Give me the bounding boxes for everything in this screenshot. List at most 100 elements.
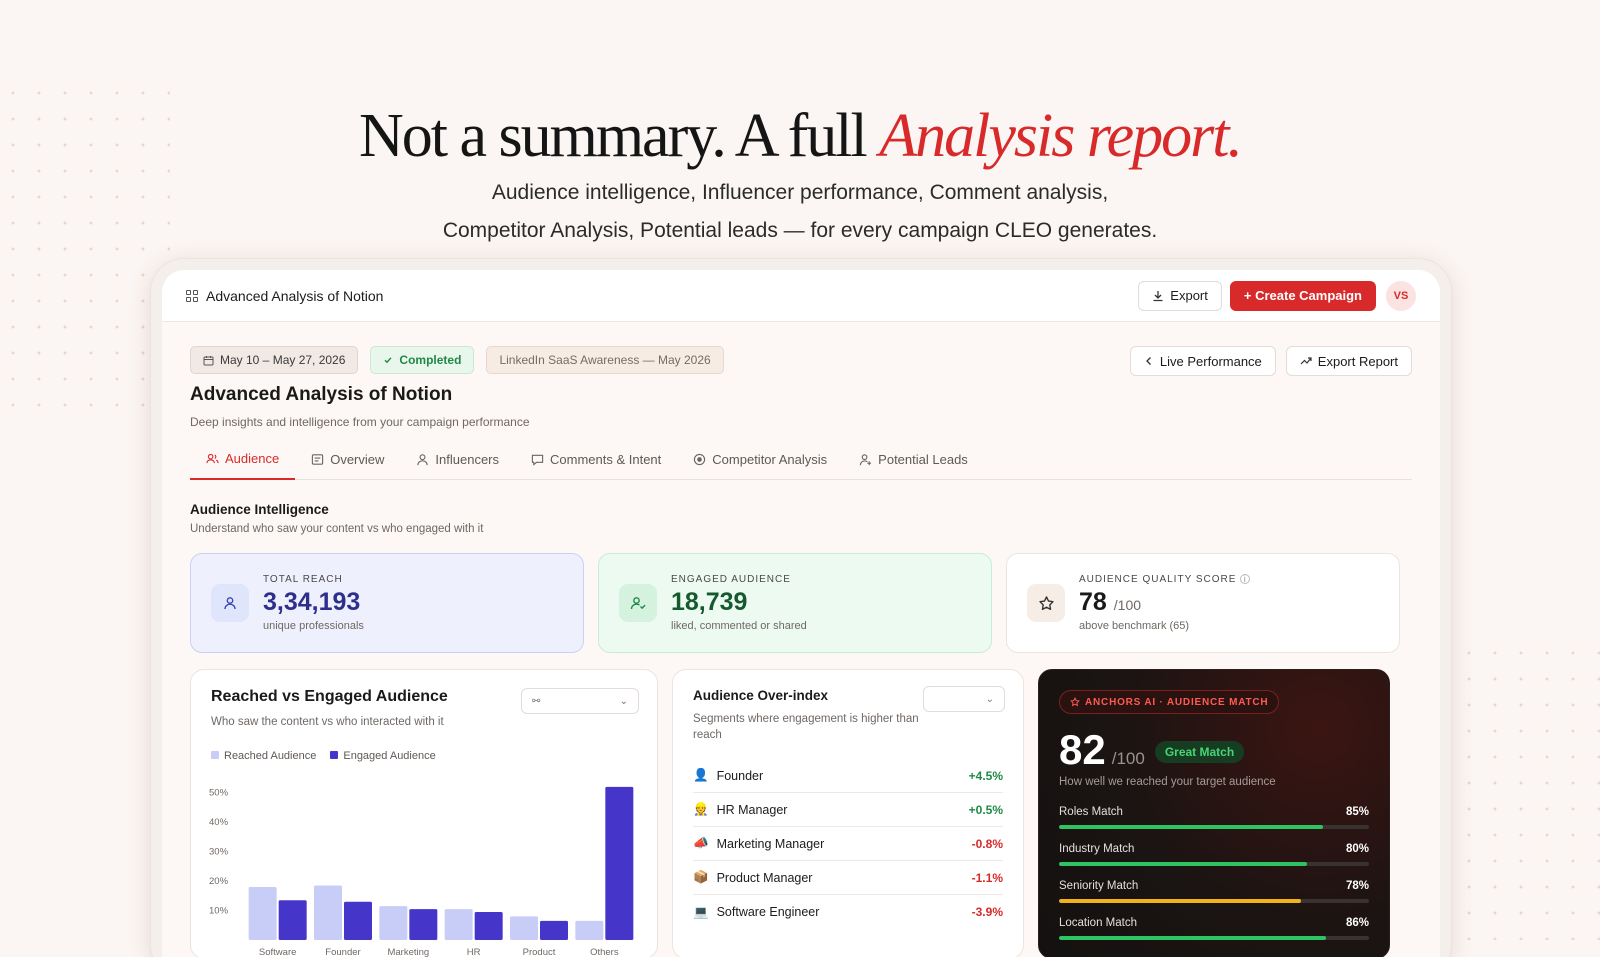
worker-icon: 👷: [693, 802, 709, 816]
kpi-engaged-audience-label: ENGAGED AUDIENCE: [671, 574, 791, 585]
x-tick-label: Product: [523, 947, 556, 957]
list-item[interactable]: 📦 Product Manager -1.1%: [693, 861, 1003, 895]
x-tick-label: Founder: [325, 947, 360, 957]
x-tick-label: Software: [259, 947, 297, 957]
ai-badge: ANCHORS AI · AUDIENCE MATCH: [1059, 690, 1280, 714]
bar-reached: [379, 906, 408, 940]
decorative-dots-right: [1430, 640, 1600, 940]
user-icon: [417, 453, 429, 465]
reach-chart-description: Who saw the content vs who interacted wi…: [211, 716, 444, 728]
chevron-down-icon: ⌄: [619, 695, 628, 707]
kpi-total-reach-sub: unique professionals: [263, 620, 364, 632]
ai-score-of: /100: [1111, 749, 1145, 768]
match-bar-seniority: Seniority Match 78%: [1059, 880, 1369, 903]
tab-potential-leads-label: Potential Leads: [878, 451, 968, 467]
over-index-description: Segments where engagement is higher than…: [693, 713, 919, 741]
date-range-chip[interactable]: May 10 – May 27, 2026: [190, 346, 359, 374]
tab-overview-label: Overview: [330, 451, 385, 467]
calendar-icon: [203, 355, 214, 365]
y-tick-label: 20%: [209, 876, 229, 887]
user-plus-icon: [860, 453, 872, 465]
live-performance-label: Live Performance: [1159, 353, 1262, 369]
kpi-audience-quality-label-text: AUDIENCE QUALITY SCORE: [1079, 574, 1237, 585]
y-tick-label: 10%: [209, 906, 229, 917]
bar-engaged: [605, 786, 634, 940]
match-bar-value: 80%: [1345, 843, 1369, 855]
over-index-dropdown[interactable]: ⌄: [923, 686, 1005, 712]
reach-vs-engaged-chart: 10% 20% 30% 40% 50% Software Founder Marketing H…: [209, 786, 634, 957]
over-index-card: Audience Over-index Segments where engag…: [672, 669, 1024, 957]
person-icon: 👤: [693, 768, 709, 782]
match-bar-value: 78%: [1345, 880, 1369, 892]
legend-engaged-label: Engaged Audience: [343, 750, 436, 762]
segment-label: Marketing Manager: [716, 836, 825, 851]
tab-comments-intent[interactable]: Comments & Intent: [515, 451, 677, 479]
match-bar-value: 86%: [1345, 917, 1369, 929]
app-window: Advanced Analysis of Notion Export + Cre…: [162, 270, 1440, 957]
y-tick-label: 40%: [209, 817, 229, 828]
bar-engaged: [409, 909, 438, 940]
hero-subtitle-line1: Audience intelligence, Influencer perfor…: [491, 181, 1109, 204]
tab-overview[interactable]: Overview: [295, 451, 400, 479]
kpi-row: TOTAL REACH 3,34,193 unique professional…: [190, 553, 1412, 653]
tab-competitor-analysis[interactable]: Competitor Analysis: [677, 451, 843, 479]
match-bar-fill: [1059, 862, 1307, 866]
ai-score-value: 82: [1059, 726, 1106, 773]
document-icon: [312, 453, 324, 465]
hero: Not a summary. A full Analysis report. A…: [0, 98, 1600, 250]
match-bar-industry: Industry Match 80%: [1059, 843, 1369, 866]
ai-score: 82 /100 Great Match: [1059, 726, 1369, 774]
bar-reached: [314, 885, 342, 940]
match-bar-fill: [1059, 899, 1301, 903]
tab-audience-label: Audience: [225, 451, 280, 466]
chevron-down-icon: ⌄: [985, 693, 994, 705]
avatar[interactable]: VS: [1386, 280, 1416, 311]
tab-audience[interactable]: Audience: [190, 451, 296, 480]
y-tick-label: 50%: [209, 788, 229, 799]
segment-label: Product Manager: [716, 870, 813, 885]
match-bar-fill: [1059, 936, 1326, 940]
bar-engaged: [344, 901, 372, 940]
x-tick-label: Others: [590, 947, 619, 957]
user-check-icon: [619, 584, 657, 622]
reach-chart-dropdown[interactable]: ⚯ ⌄: [521, 688, 639, 714]
match-bar-label: Industry Match: [1059, 843, 1135, 855]
top-bar: Advanced Analysis of Notion Export + Cre…: [162, 270, 1440, 322]
main-content: May 10 – May 27, 2026 Completed LinkedIn…: [162, 322, 1440, 957]
tab-potential-leads[interactable]: Potential Leads: [843, 451, 984, 479]
page-title: Advanced Analysis of Notion: [190, 384, 453, 405]
legend-reached-label: Reached Audience: [224, 750, 317, 762]
bar-engaged: [540, 920, 568, 940]
status-badge: Completed: [370, 346, 475, 374]
section-description: Understand who saw your content vs who e…: [190, 523, 484, 535]
audience-match-card: ANCHORS AI · AUDIENCE MATCH 82 /100 Grea…: [1038, 669, 1390, 957]
tab-comments-intent-label: Comments & Intent: [550, 451, 662, 467]
star-icon: [1027, 584, 1065, 622]
hero-title: Not a summary. A full Analysis report.: [0, 98, 1600, 174]
list-item[interactable]: 👷 HR Manager +0.5%: [693, 793, 1003, 827]
chart-legend: Reached Audience Engaged Audience: [211, 750, 637, 762]
create-campaign-button[interactable]: + Create Campaign: [1229, 280, 1376, 311]
match-bar-location: Location Match 86%: [1059, 917, 1369, 940]
tab-influencers[interactable]: Influencers: [400, 451, 515, 479]
list-item[interactable]: 👤 Founder +4.5%: [693, 759, 1003, 793]
header-actions: Live Performance Export Report: [1129, 346, 1412, 376]
status-text: Completed: [399, 353, 462, 367]
export-button[interactable]: Export: [1138, 280, 1222, 311]
list-item[interactable]: 📣 Marketing Manager -0.8%: [693, 827, 1003, 861]
kpi-engaged-audience-value: 18,739: [671, 588, 748, 616]
laptop-icon: 💻: [693, 904, 709, 919]
kpi-total-reach-value: 3,34,193: [263, 588, 361, 616]
list-item[interactable]: 💻 Software Engineer -3.9%: [693, 895, 1003, 929]
campaign-chip: LinkedIn SaaS Awareness — May 2026: [486, 346, 724, 374]
kpi-audience-quality: AUDIENCE QUALITY SCORE i 78 /100 above b…: [1006, 553, 1400, 653]
match-bar-label: Seniority Match: [1059, 880, 1139, 892]
hero-title-accent: Analysis report.: [879, 102, 1243, 170]
live-performance-button[interactable]: Live Performance: [1129, 346, 1276, 376]
cards-row: Reached vs Engaged Audience Who saw the …: [190, 669, 1412, 957]
section-title: Audience Intelligence: [190, 502, 329, 517]
info-icon[interactable]: i: [1240, 574, 1251, 584]
match-bar-roles: Roles Match 85%: [1059, 806, 1369, 829]
match-bar-value: 85%: [1345, 806, 1369, 818]
export-report-button[interactable]: Export Report: [1285, 346, 1412, 376]
